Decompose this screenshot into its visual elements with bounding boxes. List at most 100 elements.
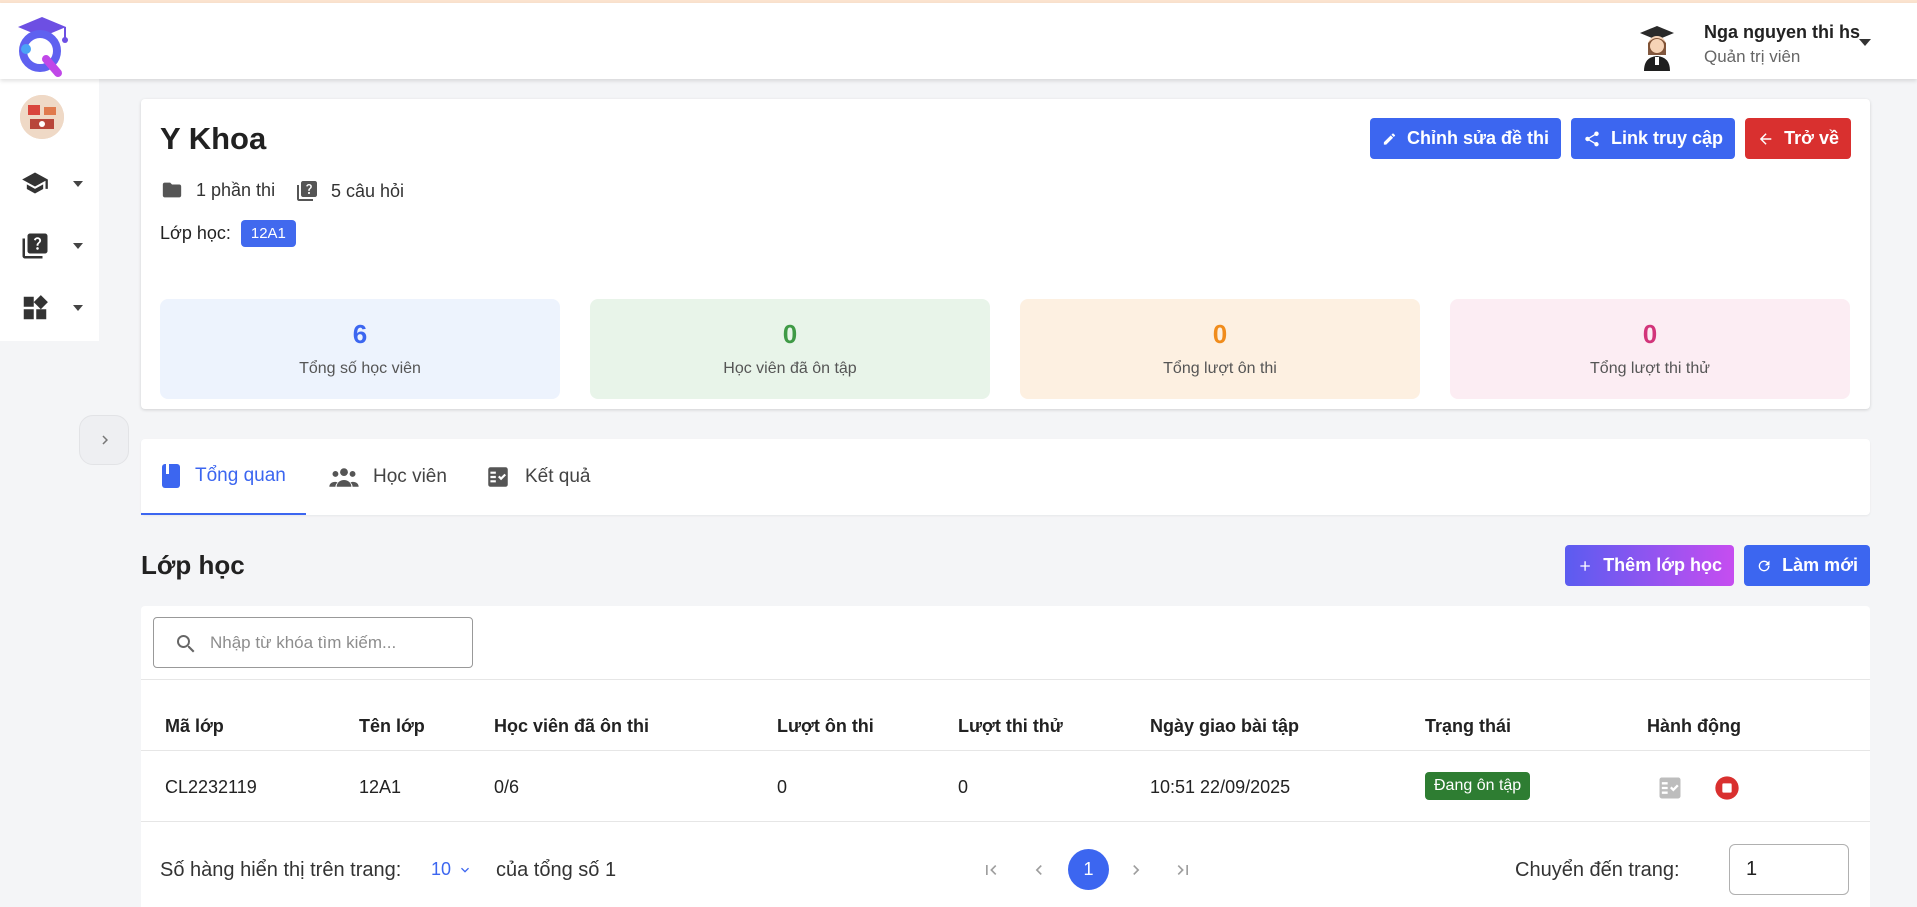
user-avatar[interactable] (1636, 21, 1678, 71)
checklist-icon (488, 467, 508, 487)
prev-page-button[interactable] (1019, 850, 1059, 890)
rows-per-page-select[interactable]: 10 (431, 859, 473, 880)
graduation-cap-icon (22, 172, 48, 194)
current-page-button[interactable]: 1 (1068, 849, 1109, 890)
app-header: Nga nguyen thi hs Quản trị viên (0, 3, 1917, 79)
next-page-button[interactable] (1116, 850, 1156, 890)
edit-exam-button[interactable]: Chỉnh sửa đề thi (1370, 118, 1561, 159)
first-page-button[interactable] (971, 850, 1011, 890)
cell-assigned-date: 10:51 22/09/2025 (1150, 777, 1291, 797)
tab-results-label: Kết quả (525, 466, 591, 487)
column-header-actions: Hành động (1647, 716, 1741, 736)
questions-label: 5 câu hỏi (331, 180, 405, 201)
pencil-icon (1383, 132, 1396, 145)
book-icon (162, 464, 180, 488)
cell-reviewed: 0/6 (494, 777, 520, 797)
sidebar-item-dashboard[interactable] (18, 287, 88, 327)
add-class-button[interactable]: Thêm lớp học (1565, 545, 1734, 586)
first-page-icon (986, 865, 997, 875)
sections-count: 1 phần thi (160, 179, 275, 201)
chevron-right-icon (1133, 865, 1140, 875)
stat-label: Tổng lượt thi thử (1590, 360, 1710, 377)
edit-exam-label: Chỉnh sửa đề thi (1406, 128, 1549, 148)
tab-overview[interactable]: Tổng quan (141, 439, 306, 515)
stop-button[interactable] (1713, 774, 1741, 807)
column-header-review-count[interactable]: Lượt ôn thi (777, 716, 874, 737)
search-field[interactable] (153, 617, 473, 668)
cell-name: 12A1 (359, 777, 402, 797)
cell-review-count: 0 (777, 777, 788, 797)
view-results-button[interactable] (1656, 774, 1684, 807)
sidebar-item-courses[interactable] (18, 163, 88, 203)
column-header-reviewed[interactable]: Học viên đã ôn thi (494, 716, 649, 737)
sections-label: 1 phần thi (196, 179, 276, 200)
app-logo[interactable] (12, 13, 72, 79)
arrow-left-icon (1759, 132, 1772, 145)
stat-label: Tổng lượt ôn thi (1163, 360, 1277, 377)
stat-label: Học viên đã ôn tập (723, 360, 857, 377)
search-input[interactable] (210, 630, 460, 656)
chevron-down-icon (73, 181, 83, 187)
sidebar-item-questions[interactable] (18, 225, 88, 265)
share-icon (1585, 131, 1599, 146)
stat-card-total-students: 6 Tổng số học viên (160, 299, 560, 399)
class-row: Lớp học: 12A1 (160, 220, 296, 247)
rows-per-page-value: 10 (431, 859, 452, 879)
total-label: của tổng số 1 (496, 859, 617, 881)
tab-results[interactable]: Kết quả (485, 439, 591, 515)
back-button[interactable]: Trở về (1745, 118, 1851, 159)
sidebar (0, 79, 99, 341)
questions-count: 5 câu hỏi (295, 179, 404, 203)
column-header-name[interactable]: Tên lớp (359, 716, 425, 737)
divider (141, 679, 1870, 680)
column-header-code[interactable]: Mã lớp (165, 716, 224, 737)
last-page-button[interactable] (1163, 850, 1203, 890)
dashboard-icon (23, 295, 48, 320)
exam-title: Y Khoa (160, 121, 267, 156)
status-badge: Đang ôn tập (1425, 772, 1531, 800)
chevron-down-icon (73, 243, 83, 249)
user-role: Quản trị viên (1704, 47, 1801, 66)
class-chip[interactable]: 12A1 (240, 220, 296, 247)
tab-students[interactable]: Học viên (329, 439, 447, 515)
add-class-label: Thêm lớp học (1603, 555, 1722, 575)
question-library-icon (297, 181, 317, 201)
group-icon (329, 468, 359, 487)
stat-value: 0 (1642, 319, 1658, 349)
stat-value: 6 (352, 319, 368, 349)
stat-card-reviewed-students: 0 Học viên đã ôn tập (590, 299, 990, 399)
user-menu-caret-icon[interactable] (1859, 39, 1871, 46)
folder-icon (162, 182, 182, 198)
sidebar-expand-button[interactable] (79, 415, 129, 465)
user-name: Nga nguyen thi hs (1704, 22, 1861, 42)
refresh-label: Làm mới (1782, 555, 1858, 575)
goto-page-label: Chuyển đến trang: (1515, 859, 1680, 881)
tab-overview-label: Tổng quan (195, 465, 286, 486)
stat-value: 0 (782, 319, 798, 349)
stat-card-review-count: 0 Tổng lượt ôn thi (1020, 299, 1420, 399)
column-header-assigned-date[interactable]: Ngày giao bài tập (1150, 716, 1299, 737)
divider (141, 821, 1870, 822)
chevron-right-icon (102, 435, 108, 445)
stat-card-mock-count: 0 Tổng lượt thi thử (1450, 299, 1850, 399)
checklist-icon (1659, 777, 1681, 799)
stat-value: 0 (1212, 319, 1228, 349)
section-title: Lớp học (141, 550, 245, 580)
stop-circle-icon (1715, 776, 1739, 800)
rows-per-page-label: Số hàng hiển thị trên trang: (160, 859, 402, 881)
question-library-icon (22, 233, 48, 259)
chevron-down-icon (461, 867, 470, 873)
back-label: Trở về (1784, 128, 1839, 148)
cell-mock-count: 0 (958, 777, 969, 797)
classes-table-card: Mã lớp Tên lớp Học viên đã ôn thi Lượt ô… (141, 606, 1870, 907)
column-header-mock-count[interactable]: Lượt thi thử (958, 716, 1063, 737)
access-link-button[interactable]: Link truy cập (1571, 118, 1735, 159)
goto-page-input[interactable] (1729, 844, 1849, 895)
refresh-icon (1758, 560, 1770, 571)
sidebar-avatar[interactable] (20, 95, 64, 139)
stat-label: Tổng số học viên (299, 360, 421, 377)
refresh-button[interactable]: Làm mới (1744, 545, 1870, 586)
column-header-status[interactable]: Trạng thái (1425, 716, 1511, 737)
cell-code: CL2232119 (165, 777, 257, 797)
access-link-label: Link truy cập (1610, 128, 1723, 148)
